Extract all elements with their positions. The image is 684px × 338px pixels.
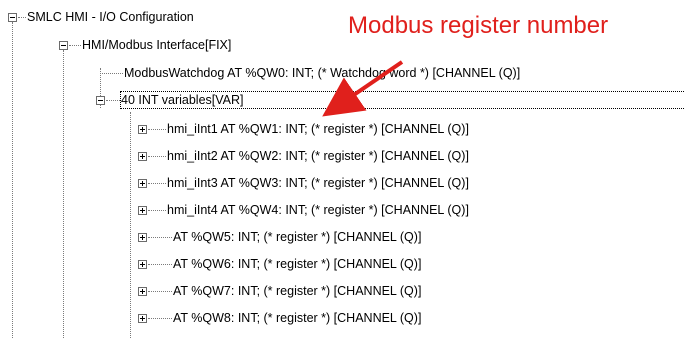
- expand-toggle[interactable]: [138, 314, 147, 323]
- tree-line: [148, 291, 172, 292]
- tree-line: [130, 112, 131, 338]
- tree-line: [69, 45, 81, 46]
- tree-line: [148, 210, 166, 211]
- tree-line: [148, 237, 172, 238]
- expand-toggle[interactable]: [138, 125, 147, 134]
- annotation-label: Modbus register number: [348, 12, 609, 39]
- tree-node-modbus-watchdog[interactable]: ModbusWatchdog AT %QW0: INT; (* Watchdog…: [124, 65, 520, 81]
- tree-line: [106, 100, 120, 101]
- expand-toggle[interactable]: [138, 260, 147, 269]
- tree-root-label[interactable]: SMLC HMI - I/O Configuration: [27, 9, 194, 25]
- io-configuration-tree: SMLC HMI - I/O Configuration HMI/Modbus …: [0, 0, 684, 338]
- tree-item-register[interactable]: AT %QW5: INT; (* register *) [CHANNEL (Q…: [173, 229, 421, 245]
- tree-line: [12, 22, 13, 338]
- tree-item-register[interactable]: AT %QW6: INT; (* register *) [CHANNEL (Q…: [173, 256, 421, 272]
- tree-node-int-variables-group[interactable]: 40 INT variables[VAR]: [120, 91, 684, 109]
- tree-line: [148, 183, 166, 184]
- expand-toggle[interactable]: [138, 152, 147, 161]
- tree-line: [148, 318, 172, 319]
- tree-item-register[interactable]: hmi_iInt4 AT %QW4: INT; (* register *) […: [167, 202, 469, 218]
- collapse-toggle[interactable]: [8, 13, 17, 22]
- tree-item-register[interactable]: hmi_iInt3 AT %QW3: INT; (* register *) […: [167, 175, 469, 191]
- tree-item-register[interactable]: hmi_iInt2 AT %QW2: INT; (* register *) […: [167, 148, 469, 164]
- expand-toggle[interactable]: [138, 206, 147, 215]
- tree-node-hmi-modbus-interface[interactable]: HMI/Modbus Interface[FIX]: [82, 37, 231, 53]
- tree-line: [148, 264, 172, 265]
- collapse-toggle[interactable]: [96, 96, 105, 105]
- expand-toggle[interactable]: [138, 287, 147, 296]
- collapse-toggle[interactable]: [59, 41, 68, 50]
- tree-item-register[interactable]: hmi_iInt1 AT %QW1: INT; (* register *) […: [167, 121, 469, 137]
- tree-item-register[interactable]: AT %QW8: INT; (* register *) [CHANNEL (Q…: [173, 310, 421, 326]
- expand-toggle[interactable]: [138, 233, 147, 242]
- tree-line: [100, 73, 123, 74]
- tree-line: [18, 17, 26, 18]
- tree-line: [148, 129, 166, 130]
- tree-item-register[interactable]: AT %QW7: INT; (* register *) [CHANNEL (Q…: [173, 283, 421, 299]
- tree-line: [148, 156, 166, 157]
- expand-toggle[interactable]: [138, 179, 147, 188]
- tree-line: [63, 50, 64, 338]
